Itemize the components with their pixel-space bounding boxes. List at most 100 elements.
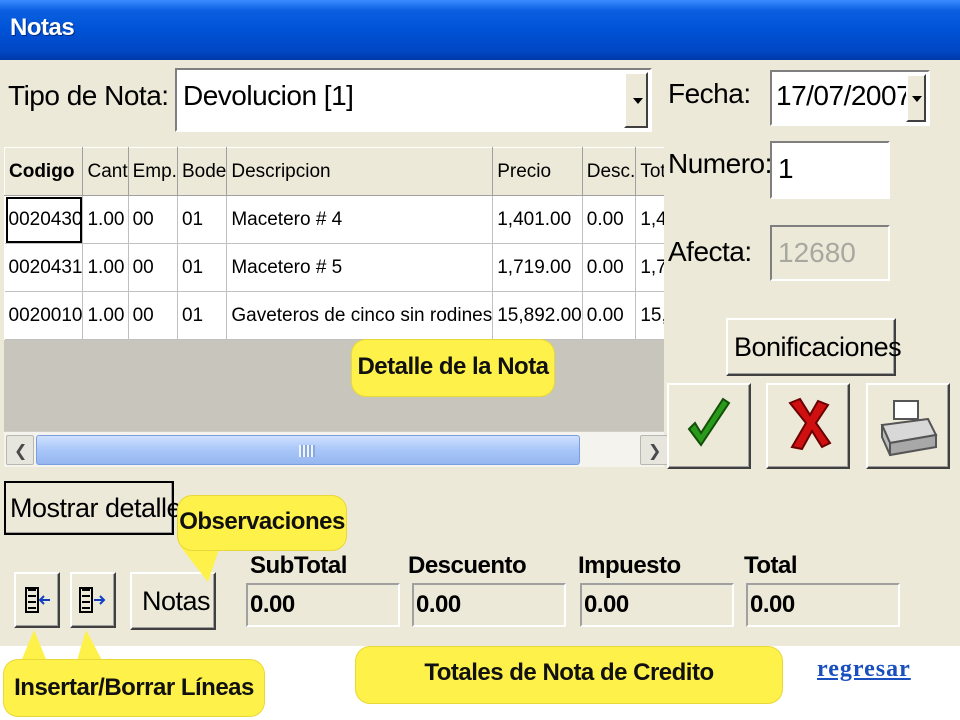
cell-cant[interactable]: 1.00 xyxy=(82,291,129,340)
chevron-down-icon xyxy=(912,96,922,102)
total-value: 0.00 xyxy=(750,591,795,618)
cell-desc[interactable]: 0.00 xyxy=(582,243,637,292)
scrollbar-thumb[interactable] xyxy=(36,435,580,465)
notas-window: Notas Tipo de Nota: Devolucion [1] Fecha… xyxy=(0,0,960,646)
bonificaciones-button[interactable]: Bonificaciones xyxy=(726,318,902,376)
cell-emp[interactable]: 00 xyxy=(128,195,178,244)
total-field: 0.00 xyxy=(746,583,900,627)
cell-codigo[interactable]: 0020431 xyxy=(4,243,84,292)
grip-icon xyxy=(299,445,315,457)
afecta-value: 12680 xyxy=(778,237,856,268)
numero-label: Numero: xyxy=(668,148,772,179)
mostrar-detalle-button[interactable]: Mostrar detalle xyxy=(4,481,182,535)
insert-row-button[interactable] xyxy=(14,572,60,628)
table-row[interactable]: 0020430 1.00 00 01 Macetero # 4 1,401.00… xyxy=(4,195,664,244)
callout-pointer xyxy=(180,546,220,582)
callout-observaciones-text: Observaciones xyxy=(179,508,345,535)
cell-total[interactable]: 15,89 xyxy=(635,291,664,340)
scroll-left-button[interactable]: ❮ xyxy=(6,435,34,465)
tipo-nota-combo[interactable]: Devolucion [1] xyxy=(175,68,652,132)
cell-total[interactable]: 1,719 xyxy=(635,243,664,292)
column-header-codigo[interactable]: Codigo xyxy=(4,147,84,196)
descuento-label: Descuento xyxy=(408,552,527,579)
cell-bode[interactable]: 01 xyxy=(177,291,228,340)
column-header-bode[interactable]: Bode xyxy=(176,147,228,196)
cell-emp[interactable]: 00 xyxy=(128,291,178,340)
fecha-label: Fecha: xyxy=(668,78,751,109)
numero-field[interactable]: 1 xyxy=(770,141,890,199)
tipo-nota-dropdown-button[interactable] xyxy=(624,72,648,128)
cell-bode[interactable]: 01 xyxy=(177,195,228,244)
fecha-value: 17/07/2007 xyxy=(776,80,912,111)
column-header-descripcion[interactable]: Descripcion xyxy=(226,147,494,196)
callout-totales-text: Totales de Nota de Credito xyxy=(424,659,714,686)
impuesto-value: 0.00 xyxy=(584,591,629,618)
scroll-right-button[interactable]: ❯ xyxy=(640,435,668,465)
grid-header-row: Codigo Cant Emp. Bode Descripcion Precio… xyxy=(4,147,664,196)
check-icon xyxy=(687,397,731,447)
print-button[interactable] xyxy=(866,383,950,469)
cell-emp[interactable]: 00 xyxy=(128,243,178,292)
chevron-right-icon: ❯ xyxy=(648,441,662,460)
subtotal-field: 0.00 xyxy=(246,583,400,627)
tipo-nota-value: Devolucion [1] xyxy=(183,80,354,111)
table-row[interactable]: 0020010 1.00 00 01 Gaveteros de cinco si… xyxy=(4,291,664,340)
column-header-emp[interactable]: Emp. xyxy=(127,147,178,196)
tipo-nota-label: Tipo de Nota: xyxy=(8,80,169,111)
impuesto-field: 0.00 xyxy=(580,583,734,627)
column-header-precio[interactable]: Precio xyxy=(492,147,583,196)
delete-row-button[interactable] xyxy=(70,572,116,628)
cell-codigo[interactable]: 0020010 xyxy=(4,291,84,340)
subtotal-value: 0.00 xyxy=(250,591,295,618)
column-header-total[interactable]: Total xyxy=(635,147,664,196)
grid-horizontal-scrollbar[interactable]: ❮ ❯ xyxy=(4,431,668,467)
delete-row-icon xyxy=(79,587,106,613)
x-icon xyxy=(788,397,832,451)
insert-row-icon xyxy=(25,587,50,613)
window-title: Notas xyxy=(10,14,75,41)
printer-icon xyxy=(880,400,938,457)
callout-insertar: Insertar/Borrar Líneas xyxy=(4,660,264,716)
fecha-dropdown-button[interactable] xyxy=(906,74,926,122)
detalle-grid[interactable]: Codigo Cant Emp. Bode Descripcion Precio… xyxy=(4,147,664,467)
notas-label: Notas xyxy=(142,586,211,616)
cell-desc[interactable]: 0.00 xyxy=(582,195,637,244)
subtotal-label: SubTotal xyxy=(250,552,347,579)
numero-value: 1 xyxy=(778,153,794,184)
cell-codigo[interactable]: 0020430 xyxy=(4,195,84,244)
bonificaciones-label: Bonificaciones xyxy=(734,332,902,362)
regresar-link[interactable]: regresar xyxy=(817,656,911,683)
cell-precio[interactable]: 1,401.00 xyxy=(492,195,583,244)
cell-desc[interactable]: 0.00 xyxy=(582,291,637,340)
detalle-table: Codigo Cant Emp. Bode Descripcion Precio… xyxy=(4,147,664,340)
cell-precio[interactable]: 15,892.00 xyxy=(492,291,583,340)
cancel-button[interactable] xyxy=(766,383,850,469)
column-header-cant[interactable]: Cant xyxy=(82,147,129,196)
total-label: Total xyxy=(744,552,798,579)
callout-insertar-text: Insertar/Borrar Líneas xyxy=(14,674,254,701)
cell-cant[interactable]: 1.00 xyxy=(82,243,129,292)
cell-descripcion[interactable]: Macetero # 5 xyxy=(226,243,494,292)
callout-totales: Totales de Nota de Credito xyxy=(356,647,782,703)
cell-descripcion[interactable]: Gaveteros de cinco sin rodines xyxy=(226,291,494,340)
cell-cant[interactable]: 1.00 xyxy=(82,195,129,244)
column-header-desc[interactable]: Desc. xyxy=(581,147,637,196)
afecta-field: 12680 xyxy=(770,225,890,281)
mostrar-detalle-label: Mostrar detalle xyxy=(10,493,182,523)
afecta-label: Afecta: xyxy=(668,236,752,267)
cell-descripcion[interactable]: Macetero # 4 xyxy=(226,195,494,244)
cell-bode[interactable]: 01 xyxy=(177,243,228,292)
callout-detalle: Detalle de la Nota xyxy=(352,340,554,396)
callout-detalle-text: Detalle de la Nota xyxy=(357,353,549,380)
accept-button[interactable] xyxy=(667,383,751,469)
cell-total[interactable]: 1,401 xyxy=(635,195,664,244)
chevron-down-icon xyxy=(633,98,643,104)
impuesto-label: Impuesto xyxy=(578,552,681,579)
descuento-value: 0.00 xyxy=(416,591,461,618)
fecha-combo[interactable]: 17/07/2007 xyxy=(770,70,930,126)
table-row[interactable]: 0020431 1.00 00 01 Macetero # 5 1,719.00… xyxy=(4,243,664,292)
title-bar[interactable]: Notas xyxy=(0,0,960,60)
callout-observaciones: Observaciones xyxy=(178,496,346,550)
chevron-left-icon: ❮ xyxy=(14,441,28,460)
cell-precio[interactable]: 1,719.00 xyxy=(492,243,583,292)
